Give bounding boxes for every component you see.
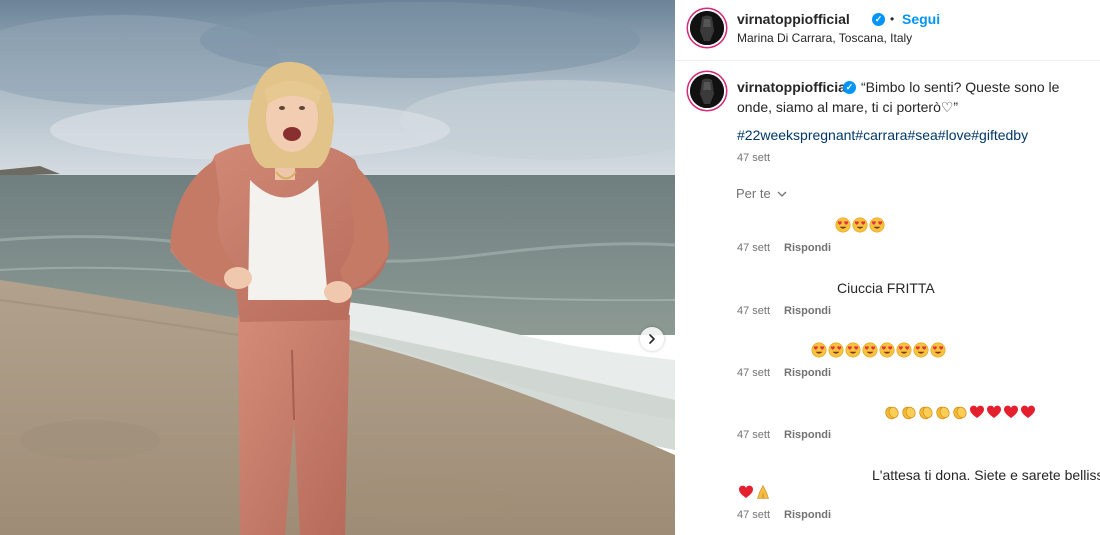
comment-5-meta: 47 sett Rispondi: [737, 509, 831, 521]
comment-1-text: [835, 217, 885, 233]
instagram-post-view: virnatoppiofficial ✓ • Segui Marina Di C…: [0, 0, 1100, 535]
verified-badge-icon: ✓: [872, 13, 885, 26]
next-image-button[interactable]: [640, 327, 664, 351]
reply-button[interactable]: Rispondi: [784, 509, 831, 521]
folded-hands-emoji-icon: [757, 484, 769, 499]
red-heart-emoji-icon: [1021, 405, 1035, 418]
comment-3-text: [811, 342, 946, 358]
chevron-right-icon: [649, 334, 655, 344]
avatar-image: [690, 74, 724, 108]
reply-button[interactable]: Rispondi: [784, 429, 831, 441]
comment-3-meta: 47 sett Rispondi: [737, 367, 831, 379]
comment-2-meta: 47 sett Rispondi: [737, 305, 831, 317]
reply-button[interactable]: Rispondi: [784, 305, 831, 317]
caption-timestamp: 47 sett: [737, 152, 771, 164]
reply-button[interactable]: Rispondi: [784, 242, 831, 254]
clapping-hands-emoji-icon: [919, 406, 933, 420]
comment-timestamp: 47 sett: [737, 305, 771, 317]
avatar[interactable]: [690, 11, 724, 45]
comment-4-text: [884, 404, 1036, 420]
red-heart-emoji-icon: [1004, 405, 1018, 418]
comment-timestamp: 47 sett: [737, 429, 771, 441]
chevron-down-icon: [777, 191, 787, 197]
clapping-hands-emoji-icon: [902, 406, 916, 420]
heart-eyes-emoji-icon: [896, 342, 912, 358]
reply-button[interactable]: Rispondi: [784, 367, 831, 379]
heart-eyes-emoji-icon: [879, 342, 895, 358]
heart-eyes-emoji-icon: [811, 342, 827, 358]
comment-5-text: L'attesa ti dona. Siete e sarete belliss…: [872, 467, 1100, 483]
post-photo[interactable]: [0, 0, 675, 535]
clapping-hands-emoji-icon: [936, 406, 950, 420]
clapping-hands-emoji-icon: [885, 406, 899, 420]
comment-2-text: Ciuccia FRITTA: [837, 280, 935, 296]
heart-eyes-emoji-icon: [930, 342, 946, 358]
red-heart-emoji-icon: [970, 405, 984, 418]
separator-dot: •: [890, 12, 895, 26]
heart-eyes-emoji-icon: [835, 217, 851, 233]
post-sidebar: virnatoppiofficial ✓ • Segui Marina Di C…: [675, 0, 1100, 535]
comment-4-meta: 47 sett Rispondi: [737, 429, 831, 441]
comment-1-meta: 47 sett Rispondi: [737, 242, 831, 254]
comment-5-emoji: [738, 484, 771, 500]
location-link[interactable]: Marina Di Carrara, Toscana, Italy: [737, 31, 912, 45]
heart-eyes-emoji-icon: [869, 217, 885, 233]
red-heart-emoji-icon: [987, 405, 1001, 418]
heart-eyes-emoji-icon: [913, 342, 929, 358]
beach-photo-illustration: [0, 0, 675, 535]
sort-label: Per te: [736, 186, 771, 201]
follow-button[interactable]: Segui: [902, 11, 940, 27]
post-header: virnatoppiofficial ✓ • Segui Marina Di C…: [675, 0, 1100, 61]
comment-sort-dropdown[interactable]: Per te: [736, 186, 787, 201]
avatar-image: [690, 11, 724, 45]
header-username[interactable]: virnatoppiofficial: [737, 11, 850, 27]
clapping-hands-emoji-icon: [953, 406, 967, 420]
caption-text: “Bimbo lo senti? Queste sono le onde, si…: [737, 79, 1060, 115]
comment-timestamp: 47 sett: [737, 242, 771, 254]
heart-eyes-emoji-icon: [845, 342, 861, 358]
heart-eyes-emoji-icon: [862, 342, 878, 358]
heart-eyes-emoji-icon: [828, 342, 844, 358]
red-heart-emoji-icon: [739, 485, 753, 498]
caption-hashtags[interactable]: #22weekspregnant#carrara#sea#love#gifted…: [737, 127, 1028, 143]
comment-timestamp: 47 sett: [737, 509, 771, 521]
caption-avatar[interactable]: [690, 74, 724, 108]
heart-eyes-emoji-icon: [852, 217, 868, 233]
comment-timestamp: 47 sett: [737, 367, 771, 379]
